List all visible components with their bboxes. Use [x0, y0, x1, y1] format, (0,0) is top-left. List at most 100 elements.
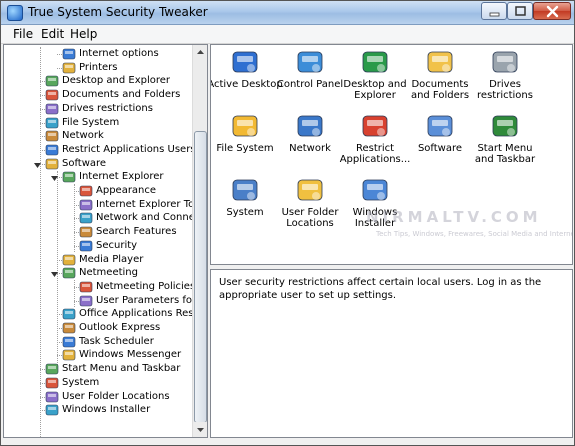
tree-item-label: Security [96, 239, 138, 251]
tree-item-label: User Parameters for Ne [96, 294, 192, 306]
documents-folders-icon [426, 49, 454, 77]
menu-edit[interactable]: Edit [41, 27, 64, 41]
user-folder-icon [45, 390, 59, 404]
menu-bar: File Edit Help [1, 25, 574, 44]
tree-item[interactable]: Media Player [4, 253, 192, 267]
windows-installer-big-icon [361, 177, 389, 205]
category-icon-item[interactable]: Control Panel [276, 49, 344, 109]
tree-item[interactable]: File System [4, 116, 192, 130]
category-icon-item[interactable]: User Folder Locations [276, 177, 344, 237]
category-icon-item[interactable]: Windows Installer [341, 177, 409, 237]
security-icon [79, 239, 93, 253]
restrict-apps-icon [45, 143, 59, 157]
tree-item[interactable]: Restrict Applications Users Can [4, 143, 192, 157]
start-menu-icon [45, 362, 59, 376]
tree-item[interactable]: Windows Messenger [4, 348, 192, 362]
description-text: User security restrictions affect certai… [219, 277, 542, 301]
title-bar[interactable]: True System Security Tweaker [1, 1, 574, 25]
tree-item[interactable]: Network [4, 129, 192, 143]
tree-item-label: Appearance [96, 185, 157, 196]
close-icon [546, 5, 559, 18]
close-button[interactable] [533, 2, 571, 20]
category-icon-item[interactable]: Active Desktop [211, 49, 283, 109]
category-icon-item[interactable]: Desktop and Explorer [341, 49, 409, 109]
tree-item[interactable]: Desktop and Explorer [4, 74, 192, 88]
tree-item-label: Office Applications Restrict [79, 308, 192, 320]
minimize-button[interactable] [481, 2, 507, 20]
tree-item[interactable]: Printers [4, 61, 192, 75]
category-icon-item[interactable]: File System [211, 113, 279, 173]
network-big-icon [296, 113, 324, 141]
expander-icon[interactable] [50, 173, 59, 182]
tree-item-label: Start Menu and Taskbar [62, 363, 181, 375]
scroll-up-button[interactable] [193, 45, 207, 60]
scroll-down-button[interactable] [193, 422, 207, 437]
tree-item-label: Media Player [79, 253, 144, 265]
tree-item[interactable]: Office Applications Restrict [4, 307, 192, 321]
watermark-subtext: Tech Tips, Windows, Freewares, Social Me… [376, 230, 573, 238]
maximize-button[interactable] [507, 2, 533, 20]
expander-icon[interactable] [33, 160, 42, 169]
tree-item[interactable]: Outlook Express [4, 321, 192, 335]
category-icon-item[interactable]: Documents and Folders [406, 49, 474, 109]
tree-item[interactable]: User Parameters for Ne [4, 294, 192, 308]
tree-item-label: Netmeeting Policies and [96, 280, 192, 292]
tree-item-label: File System [62, 116, 120, 128]
tree-item[interactable]: Netmeeting Policies and [4, 280, 192, 294]
navigation-tree[interactable]: Internet options Printers Desktop and Expl… [3, 44, 208, 438]
tree-item[interactable]: Drives restrictions [4, 102, 192, 116]
tree-item[interactable]: Network and Connectic [4, 211, 192, 225]
documents-icon [45, 88, 59, 102]
tree-item[interactable]: Windows Installer [4, 403, 192, 417]
tree-item[interactable]: Internet Explorer Toolb [4, 198, 192, 212]
app-icon [7, 5, 23, 21]
software-icon [45, 157, 59, 171]
tree-item[interactable]: User Folder Locations [4, 390, 192, 404]
category-icon-label: Start Menu and Taskbar [474, 143, 536, 165]
category-icons-pane: Active Desktop Control Panel Desktop and E… [210, 44, 573, 265]
network-icon [45, 129, 59, 143]
maximize-icon [515, 6, 526, 16]
netmeeting-icon [62, 266, 76, 280]
printer-icon [62, 61, 76, 75]
desktop-icon [45, 74, 59, 88]
internet-options-icon [62, 47, 76, 61]
category-icon-item[interactable]: Network [276, 113, 344, 173]
expander-icon[interactable] [50, 269, 59, 278]
tree-item-label: Search Features [96, 226, 177, 238]
tree-item[interactable]: Start Menu and Taskbar [4, 362, 192, 376]
tree-item-label: Drives restrictions [62, 102, 153, 114]
tree-scrollbar[interactable] [192, 45, 207, 437]
category-icon-item[interactable]: Restrict Applications... [340, 113, 410, 173]
system-icon [45, 376, 59, 390]
netmeeting-policies-icon [79, 280, 93, 294]
category-icon-item[interactable]: System [211, 177, 279, 237]
category-icon-item[interactable]: Drives restrictions [471, 49, 539, 109]
tree-item-label: Documents and Folders [62, 89, 181, 101]
task-scheduler-icon [62, 335, 76, 349]
category-icon-item[interactable]: Start Menu and Taskbar [471, 113, 539, 173]
tree-item[interactable]: Documents and Folders [4, 88, 192, 102]
tree-item[interactable]: Netmeeting [4, 266, 192, 280]
scroll-down-icon [197, 428, 204, 432]
scroll-thumb[interactable] [194, 131, 207, 423]
category-icon-item[interactable]: Software [406, 113, 474, 173]
tree-item[interactable]: Search Features [4, 225, 192, 239]
tree-item[interactable]: Internet Explorer [4, 170, 192, 184]
menu-file[interactable]: File [13, 27, 33, 41]
user-parameters-icon [79, 294, 93, 308]
tree-item[interactable]: System [4, 376, 192, 390]
main-window: True System Security Tweaker File Edit H… [0, 0, 575, 446]
tree-item-label: Internet options [79, 48, 159, 59]
scroll-up-icon [197, 50, 204, 54]
start-menu-taskbar-icon [491, 113, 519, 141]
tree-item[interactable]: Software [4, 157, 192, 171]
tree-item[interactable]: Task Scheduler [4, 335, 192, 349]
menu-help[interactable]: Help [70, 27, 97, 41]
control-panel-icon [296, 49, 324, 77]
category-icon-label: Drives restrictions [477, 79, 533, 101]
tree-item[interactable]: Internet options [4, 47, 192, 61]
tree-item[interactable]: Security [4, 239, 192, 253]
tree-item[interactable]: Appearance [4, 184, 192, 198]
window-title: True System Security Tweaker [28, 5, 208, 19]
